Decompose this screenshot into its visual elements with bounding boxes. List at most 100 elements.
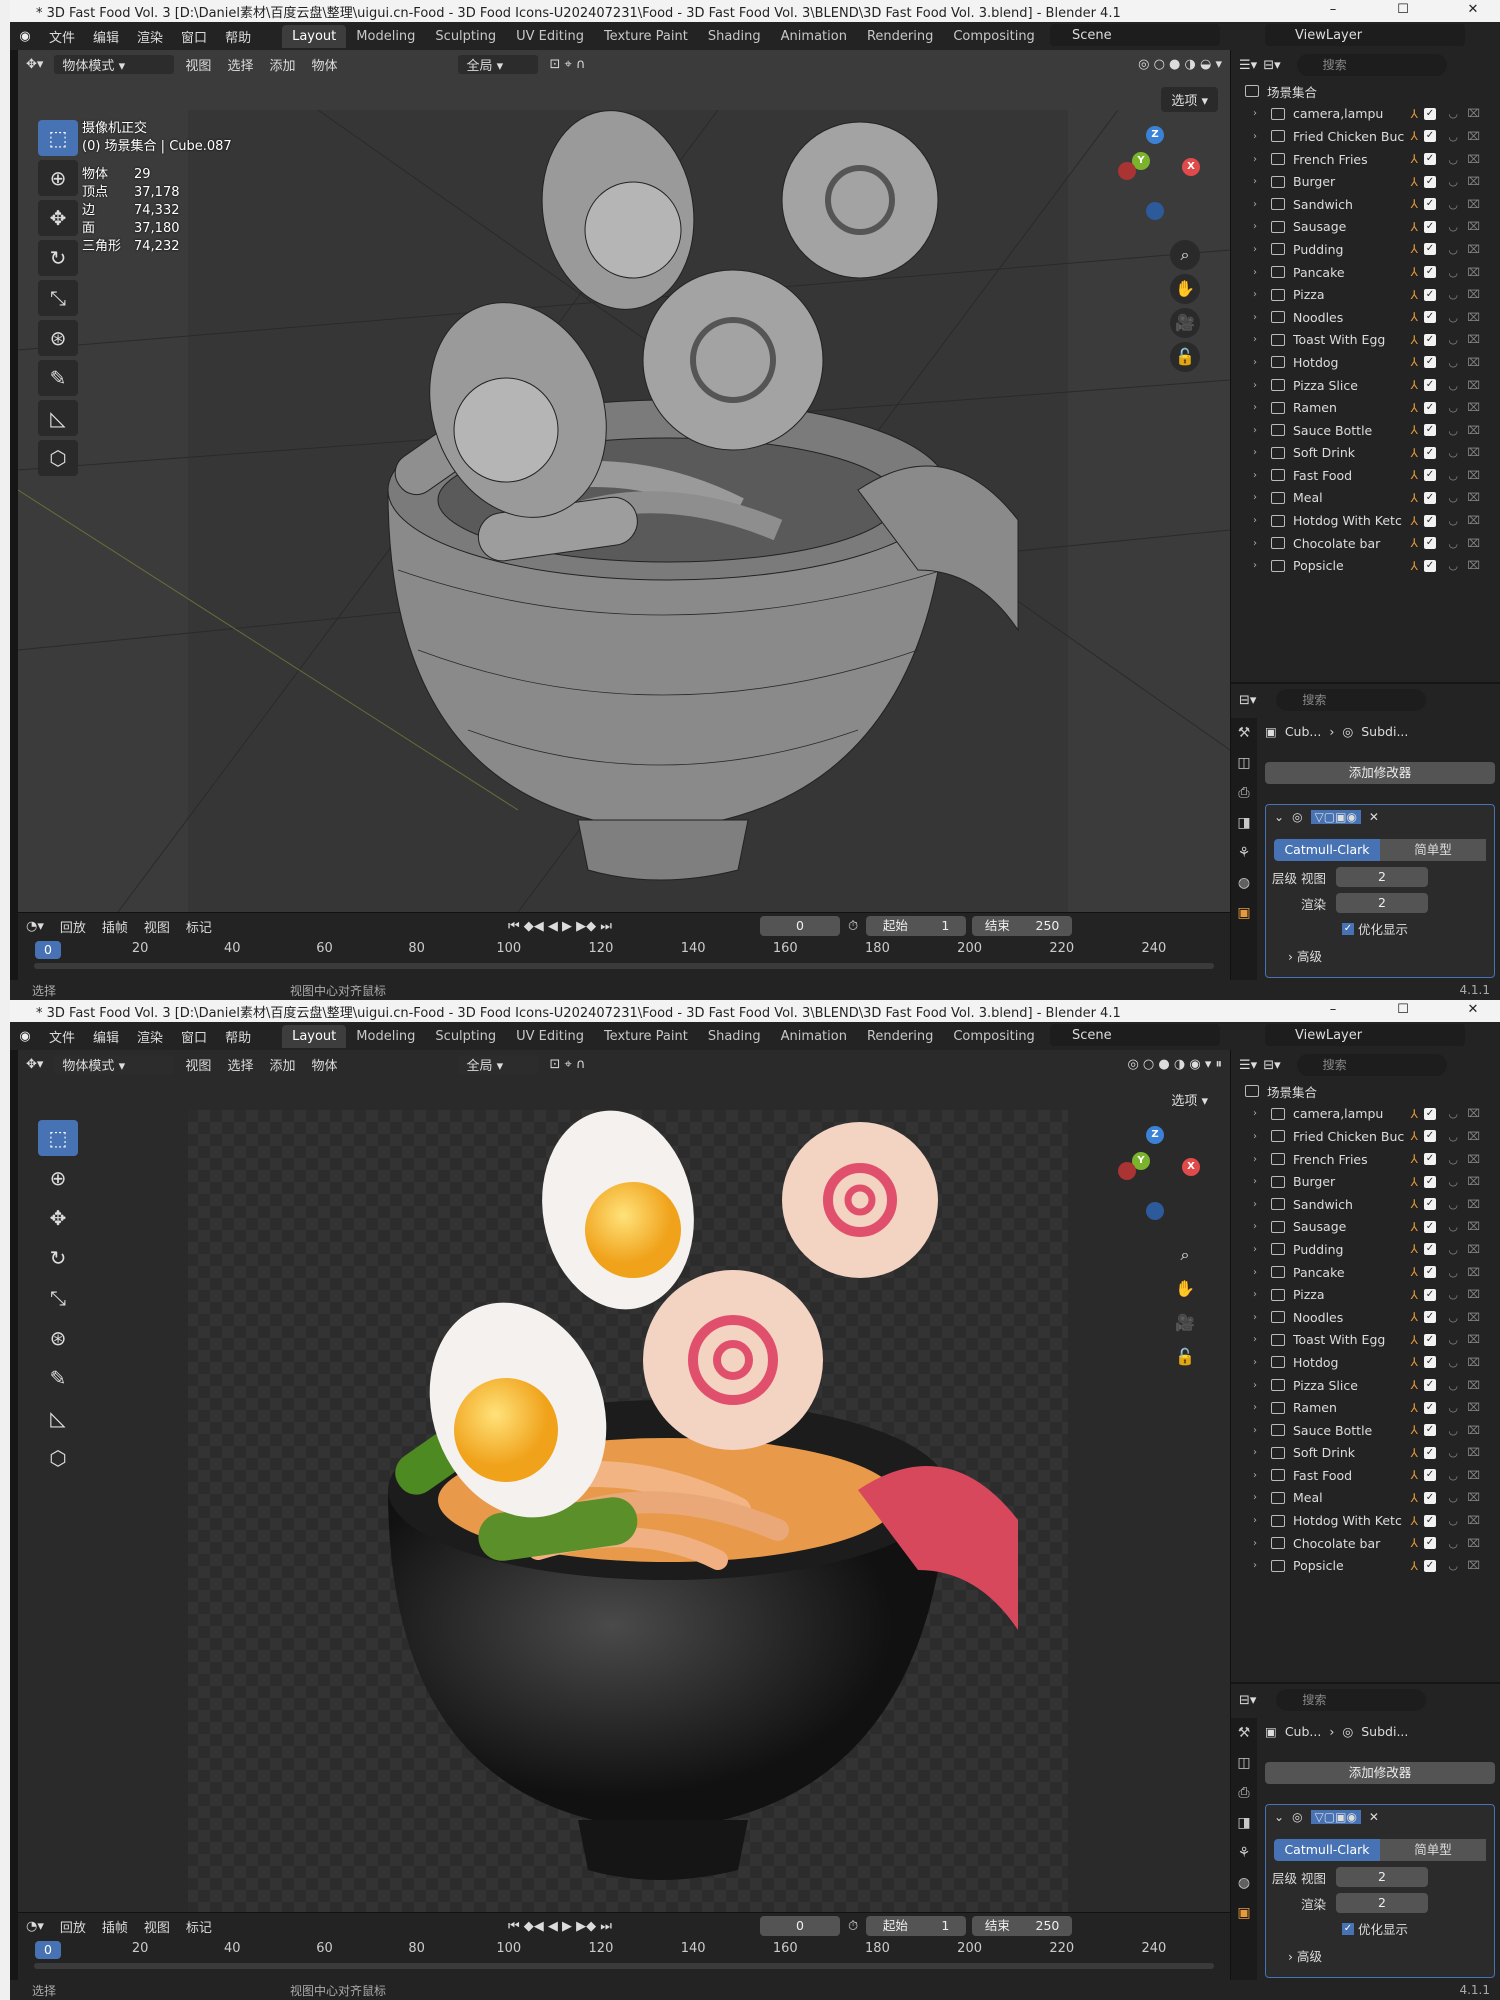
zoom-icon[interactable]: ⌕ xyxy=(1170,240,1200,270)
frame-ruler[interactable]: 0 20 40 60 80 100 120 140 160 180 200 220 240 xyxy=(18,1939,1230,1959)
visibility-eye-icon[interactable]: ◡ xyxy=(1448,1130,1458,1143)
visibility-eye-icon[interactable]: ◡ xyxy=(1448,491,1458,504)
close-icon[interactable]: ✕ xyxy=(1450,0,1496,22)
blender-logo-icon[interactable]: ◉ xyxy=(10,1029,40,1044)
start-frame-field[interactable]: 起始 1 xyxy=(866,916,967,936)
include-checkbox-icon[interactable]: ✓ xyxy=(1424,266,1436,279)
visibility-eye-icon[interactable]: ◡ xyxy=(1448,1243,1458,1256)
expand-arrow-icon[interactable]: › xyxy=(1253,131,1267,142)
expand-arrow-icon[interactable]: › xyxy=(1253,289,1267,300)
outliner-filter-icon[interactable]: ⊟▾ xyxy=(1263,1058,1280,1073)
start-frame-field[interactable]: 起始 1 xyxy=(866,1916,967,1936)
measure-tool-icon[interactable]: ◺ xyxy=(38,1400,78,1436)
outliner-item[interactable]: › Pizza ⅄ ✓ ◡ ⌧ xyxy=(1231,1283,1500,1306)
expand-arrow-icon[interactable]: › xyxy=(1253,199,1267,210)
viewlayer-selector[interactable]: ViewLayer xyxy=(1265,1024,1465,1046)
options-dropdown[interactable]: 选项 ▾ xyxy=(1161,1087,1218,1112)
menu-add[interactable]: 添加 xyxy=(261,1055,303,1074)
include-checkbox-icon[interactable]: ✓ xyxy=(1424,1537,1436,1550)
viewlayer-selector[interactable]: ViewLayer xyxy=(1265,24,1465,46)
outliner-search-input[interactable]: 搜索 xyxy=(1296,1054,1447,1076)
include-checkbox-icon[interactable]: ✓ xyxy=(1424,1446,1436,1459)
outliner-item[interactable]: › Sauce Bottle ⅄ ✓ ◡ ⌧ xyxy=(1231,1419,1500,1442)
menu-object[interactable]: 物体 xyxy=(303,55,345,74)
tab-texture-paint[interactable]: Texture Paint xyxy=(594,1025,698,1048)
render-camera-icon[interactable]: ⌧ xyxy=(1467,153,1480,166)
expand-arrow-icon[interactable]: › xyxy=(1253,1131,1267,1142)
render-camera-icon[interactable]: ⌧ xyxy=(1467,1175,1480,1188)
expand-arrow-icon[interactable]: › xyxy=(1253,1515,1267,1526)
visibility-eye-icon[interactable]: ◡ xyxy=(1448,559,1458,572)
include-checkbox-icon[interactable]: ✓ xyxy=(1424,1559,1436,1572)
include-checkbox-icon[interactable]: ✓ xyxy=(1424,1130,1436,1143)
visibility-eye-icon[interactable]: ◡ xyxy=(1448,130,1458,143)
expand-arrow-icon[interactable]: › xyxy=(1253,1538,1267,1549)
include-checkbox-icon[interactable]: ✓ xyxy=(1424,1311,1436,1324)
expand-arrow-icon[interactable]: › xyxy=(1253,380,1267,391)
select-box-tool-icon[interactable]: ⬚ xyxy=(38,120,78,156)
outliner-item[interactable]: › Meal ⅄ ✓ ◡ ⌧ xyxy=(1231,487,1500,510)
object-tab-icon[interactable]: ▣ xyxy=(1231,1898,1257,1928)
render-camera-icon[interactable]: ⌧ xyxy=(1467,198,1480,211)
checkbox-icon[interactable]: ✓ xyxy=(1342,1922,1354,1935)
world-tab-icon[interactable]: ◍ xyxy=(1231,868,1257,898)
visibility-eye-icon[interactable]: ◡ xyxy=(1448,288,1458,301)
neg-z-axis-icon[interactable] xyxy=(1146,202,1164,220)
properties-search-input[interactable]: 搜索 xyxy=(1276,1689,1427,1711)
menu-playback[interactable]: 回放 xyxy=(52,917,94,936)
optimize-display-checkbox[interactable]: ✓ 优化显示 xyxy=(1266,919,1494,938)
outliner-item[interactable]: › Ramen ⅄ ✓ ◡ ⌧ xyxy=(1231,396,1500,419)
visibility-eye-icon[interactable]: ◡ xyxy=(1448,379,1458,392)
render-camera-icon[interactable]: ⌧ xyxy=(1467,107,1480,120)
tab-layout[interactable]: Layout xyxy=(282,1024,347,1048)
editor-type-icon[interactable]: ✥▾ xyxy=(18,57,51,72)
render-camera-icon[interactable]: ⌧ xyxy=(1467,1266,1480,1279)
tab-layout[interactable]: Layout xyxy=(282,24,347,48)
expand-arrow-icon[interactable]: › xyxy=(1253,1176,1267,1187)
include-checkbox-icon[interactable]: ✓ xyxy=(1424,1401,1436,1414)
include-checkbox-icon[interactable]: ✓ xyxy=(1424,1153,1436,1166)
expand-arrow-icon[interactable]: › xyxy=(1253,1380,1267,1391)
render-camera-icon[interactable]: ⌧ xyxy=(1467,469,1480,482)
end-frame-field[interactable]: 结束 250 xyxy=(972,916,1073,936)
visibility-eye-icon[interactable]: ◡ xyxy=(1448,1175,1458,1188)
visibility-eye-icon[interactable]: ◡ xyxy=(1448,220,1458,233)
expand-arrow-icon[interactable]: › xyxy=(1253,1402,1267,1413)
tab-modeling[interactable]: Modeling xyxy=(346,1025,425,1048)
expand-arrow-icon[interactable]: › xyxy=(1253,1357,1267,1368)
render-camera-icon[interactable]: ⌧ xyxy=(1467,491,1480,504)
neg-x-axis-icon[interactable] xyxy=(1118,162,1136,180)
timeline-editor-icon[interactable]: ◔▾ xyxy=(18,1919,52,1934)
playback-controls[interactable]: ⏮ ◆◀ ◀ ▶ ▶◆ ⏭ xyxy=(500,919,620,934)
collapse-icon[interactable]: ⌄ xyxy=(1274,1810,1284,1824)
x-axis-icon[interactable]: X xyxy=(1182,1158,1200,1176)
visibility-eye-icon[interactable]: ◡ xyxy=(1448,1356,1458,1369)
outliner-item[interactable]: › Chocolate bar ⅄ ✓ ◡ ⌧ xyxy=(1231,532,1500,555)
expand-arrow-icon[interactable]: › xyxy=(1253,1289,1267,1300)
render-camera-icon[interactable]: ⌧ xyxy=(1467,537,1480,550)
transform-orientation-dropdown[interactable]: 全局 ▾ xyxy=(458,54,539,74)
render-camera-icon[interactable]: ⌧ xyxy=(1467,1333,1480,1346)
visibility-eye-icon[interactable]: ◡ xyxy=(1448,1153,1458,1166)
render-camera-icon[interactable]: ⌧ xyxy=(1467,514,1480,527)
outliner-item[interactable]: › Soft Drink ⅄ ✓ ◡ ⌧ xyxy=(1231,442,1500,465)
tab-rendering[interactable]: Rendering xyxy=(857,25,943,48)
object-tab-icon[interactable]: ▣ xyxy=(1231,898,1257,928)
render-camera-icon[interactable]: ⌧ xyxy=(1467,175,1480,188)
visibility-eye-icon[interactable]: ◡ xyxy=(1448,1514,1458,1527)
outliner-item[interactable]: › Pancake ⅄ ✓ ◡ ⌧ xyxy=(1231,1261,1500,1284)
menu-help[interactable]: 帮助 xyxy=(216,27,260,46)
outliner-root[interactable]: 场景集合 xyxy=(1231,1080,1500,1103)
outliner-item[interactable]: › Sausage ⅄ ✓ ◡ ⌧ xyxy=(1231,216,1500,239)
outliner-item[interactable]: › Sauce Bottle ⅄ ✓ ◡ ⌧ xyxy=(1231,419,1500,442)
visibility-eye-icon[interactable]: ◡ xyxy=(1448,356,1458,369)
expand-arrow-icon[interactable]: › xyxy=(1253,538,1267,549)
render-camera-icon[interactable]: ⌧ xyxy=(1467,1446,1480,1459)
outliner-item[interactable]: › camera,lampu ⅄ ✓ ◡ ⌧ xyxy=(1231,1103,1500,1126)
include-checkbox-icon[interactable]: ✓ xyxy=(1424,559,1436,572)
expand-arrow-icon[interactable]: › xyxy=(1253,334,1267,345)
tab-shading[interactable]: Shading xyxy=(698,1025,771,1048)
editor-type-icon[interactable]: ✥▾ xyxy=(18,1057,51,1072)
snap-icon[interactable]: ⊡ ⌖ ∩ xyxy=(541,57,593,72)
include-checkbox-icon[interactable]: ✓ xyxy=(1424,311,1436,324)
